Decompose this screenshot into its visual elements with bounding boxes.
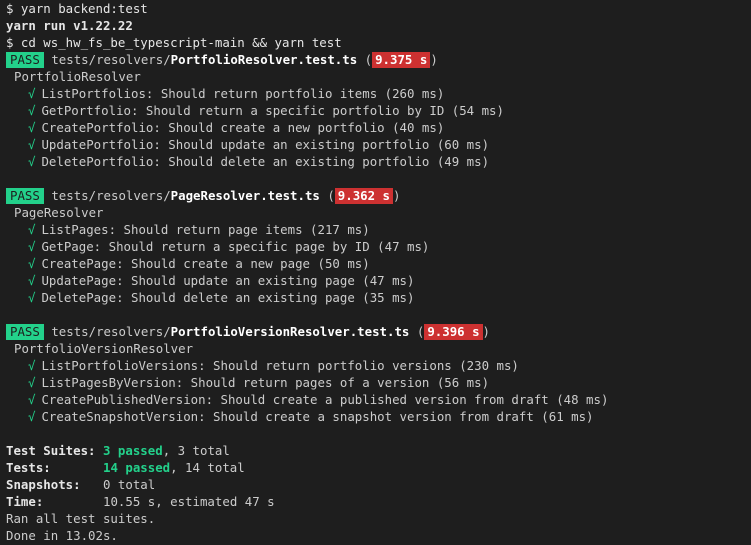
- summary-label: Test Suites:: [6, 443, 96, 458]
- suite-header: PASS tests/resolvers/PortfolioVersionRes…: [0, 323, 751, 340]
- check-icon: √: [28, 239, 36, 254]
- summary-suites: Test Suites: 3 passed, 3 total: [0, 442, 751, 459]
- check-icon: √: [28, 120, 36, 135]
- test-result: √ ListPages: Should return page items (21…: [0, 221, 751, 238]
- test-result: √ ListPortfolioVersions: Should return po…: [0, 357, 751, 374]
- summary-passed: 3 passed: [103, 443, 163, 458]
- summary-value: 0 total: [103, 477, 156, 492]
- suite-time-badge: 9.375 s: [372, 52, 431, 68]
- describe-block: PageResolver: [14, 205, 104, 220]
- suite-file: PortfolioResolver.test.ts: [170, 52, 358, 67]
- test-name: GetPage: Should return a specific page b…: [41, 239, 430, 254]
- test-name: UpdatePage: Should update an existing pa…: [41, 273, 415, 288]
- command-line: $ cd ws_hw_fs_be_typescript-main && yarn…: [6, 35, 342, 50]
- suite-file: PageResolver.test.ts: [170, 188, 320, 203]
- suite-time-badge: 9.362 s: [334, 188, 394, 204]
- describe-block: PortfolioResolver: [14, 69, 141, 84]
- test-name: DeletePage: Should delete an existing pa…: [41, 290, 415, 305]
- summary-value: 10.55 s, estimated 47 s: [103, 494, 275, 509]
- summary-tests: Tests: 14 passed, 14 total: [0, 459, 751, 476]
- suite-path: tests/resolvers/: [51, 188, 171, 203]
- test-result: √ ListPagesByVersion: Should return pages…: [0, 374, 751, 391]
- check-icon: √: [28, 358, 36, 373]
- test-result: √ DeletePage: Should delete an existing p…: [0, 289, 751, 306]
- check-icon: √: [28, 222, 36, 237]
- check-icon: √: [28, 137, 36, 152]
- check-icon: √: [28, 409, 36, 424]
- check-icon: √: [28, 103, 36, 118]
- check-icon: √: [28, 392, 36, 407]
- summary-total: , 14 total: [170, 460, 245, 475]
- check-icon: √: [28, 154, 36, 169]
- test-result: √ UpdatePortfolio: Should update an exist…: [0, 136, 751, 153]
- summary-total: , 3 total: [162, 443, 230, 458]
- suite-header: PASS tests/resolvers/PortfolioResolver.t…: [0, 51, 751, 68]
- test-name: UpdatePortfolio: Should update an existi…: [41, 137, 490, 152]
- test-result: √ CreatePage: Should create a new page (5…: [0, 255, 751, 272]
- summary-label: Snapshots:: [6, 477, 81, 492]
- suite-header: PASS tests/resolvers/PageResolver.test.t…: [0, 187, 751, 204]
- check-icon: √: [28, 290, 36, 305]
- summary-snapshots: Snapshots: 0 total: [0, 476, 751, 493]
- suite-file: PortfolioVersionResolver.test.ts: [170, 324, 410, 339]
- suite-path: tests/resolvers/: [51, 52, 171, 67]
- test-name: GetPortfolio: Should return a specific p…: [41, 103, 504, 118]
- suite-time-badge: 9.396 s: [424, 324, 483, 340]
- test-result: √ CreatePortfolio: Should create a new po…: [0, 119, 751, 136]
- summary-passed: 14 passed: [102, 460, 171, 475]
- test-name: ListPortfolios: Should return portfolio …: [41, 86, 445, 101]
- test-result: √ CreatePublishedVersion: Should create a…: [0, 391, 751, 408]
- test-result: √ GetPage: Should return a specific page …: [0, 238, 751, 255]
- summary-label: Tests:: [6, 460, 51, 475]
- test-name: ListPages: Should return page items (217…: [41, 222, 370, 237]
- terminal-output[interactable]: $ yarn backend:test yarn run v1.22.22 $ …: [0, 0, 751, 545]
- test-name: DeletePortfolio: Should delete an existi…: [41, 154, 490, 169]
- yarn-version-line: yarn run v1.22.22: [6, 18, 133, 33]
- test-name: CreatePortfolio: Should create a new por…: [41, 120, 445, 135]
- test-name: CreatePublishedVersion: Should create a …: [41, 392, 609, 407]
- test-name: ListPortfolioVersions: Should return por…: [41, 358, 519, 373]
- pass-badge: PASS: [6, 324, 44, 340]
- ran-all-line: Ran all test suites.: [6, 511, 156, 526]
- test-result: √ GetPortfolio: Should return a specific …: [0, 102, 751, 119]
- suite-path: tests/resolvers/: [51, 324, 171, 339]
- test-result: √ UpdatePage: Should update an existing p…: [0, 272, 751, 289]
- test-result: √ CreateSnapshotVersion: Should create a …: [0, 408, 751, 425]
- summary-label: Time:: [6, 494, 44, 509]
- check-icon: √: [28, 375, 36, 390]
- test-result: √ DeletePortfolio: Should delete an exist…: [0, 153, 751, 170]
- pass-badge: PASS: [6, 188, 44, 204]
- test-name: CreateSnapshotVersion: Should create a s…: [41, 409, 594, 424]
- summary-time: Time: 10.55 s, estimated 47 s: [0, 493, 751, 510]
- test-result: √ ListPortfolios: Should return portfolio…: [0, 85, 751, 102]
- test-name: CreatePage: Should create a new page (50…: [41, 256, 370, 271]
- check-icon: √: [28, 273, 36, 288]
- check-icon: √: [28, 256, 36, 271]
- test-name: ListPagesByVersion: Should return pages …: [41, 375, 490, 390]
- describe-block: PortfolioVersionResolver: [14, 341, 194, 356]
- check-icon: √: [28, 86, 36, 101]
- command-line: $ yarn backend:test: [6, 1, 148, 16]
- pass-badge: PASS: [6, 52, 44, 68]
- done-line: Done in 13.02s.: [6, 528, 118, 543]
